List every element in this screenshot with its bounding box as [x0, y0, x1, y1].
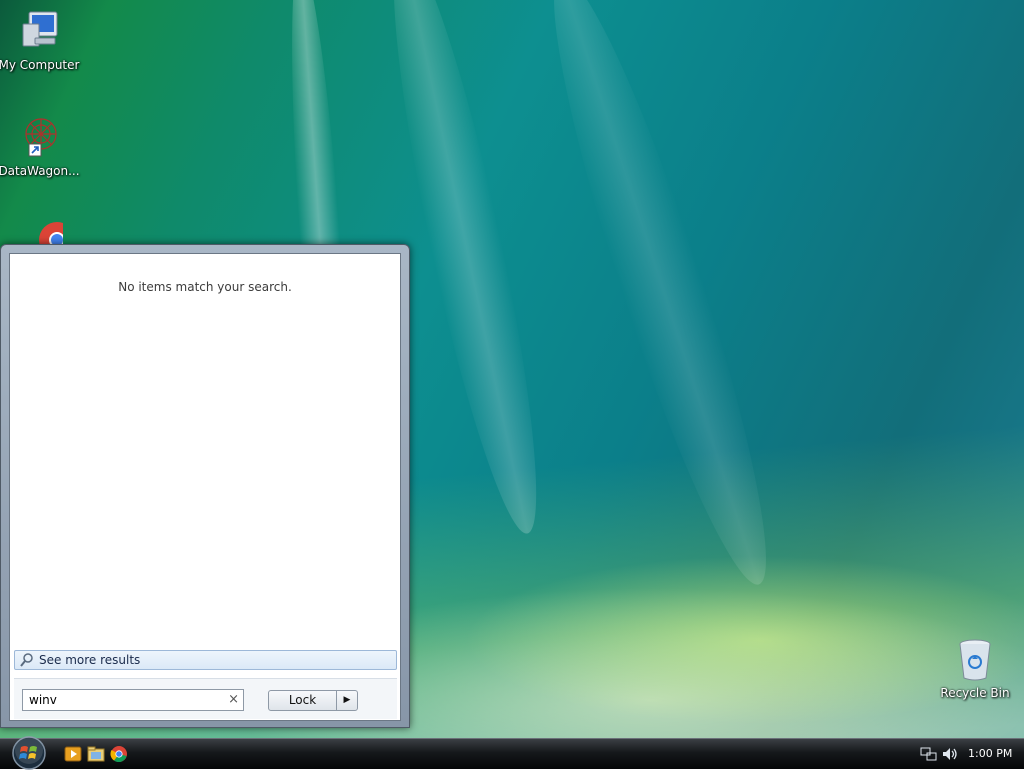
see-more-results-button[interactable]: See more results	[14, 650, 397, 670]
desktop-icon-my-computer[interactable]: My Computer	[0, 8, 81, 72]
start-button[interactable]	[9, 735, 49, 771]
shutdown-options-arrow-button[interactable]: ▶	[336, 691, 357, 710]
search-input-value: winv	[29, 693, 57, 707]
search-icon	[19, 652, 35, 668]
lock-button[interactable]: Lock ▶	[268, 690, 358, 711]
media-player-icon[interactable]	[64, 745, 82, 763]
network-icon[interactable]	[920, 746, 938, 762]
see-more-results-label: See more results	[39, 653, 141, 667]
desktop-icon-label: DataWagon...	[0, 164, 80, 178]
start-menu: No items match your search. See more res…	[0, 244, 410, 728]
taskbar: 1:00 PM	[0, 735, 1024, 771]
search-input[interactable]: winv ×	[22, 689, 244, 711]
desktop-icon-datawagon[interactable]: DataWagon...	[0, 114, 81, 178]
lock-button-label: Lock	[288, 693, 317, 707]
volume-icon[interactable]	[941, 746, 959, 762]
file-explorer-icon[interactable]	[87, 745, 105, 763]
wallpaper-streak	[523, 0, 797, 597]
datawagon-shortcut-icon	[15, 114, 63, 162]
clock[interactable]: 1:00 PM	[968, 747, 1012, 760]
recycle-bin-icon	[951, 636, 999, 684]
start-menu-bottom-bar: winv × Lock ▶	[14, 678, 397, 719]
search-results-pane: No items match your search. See more res…	[9, 253, 401, 721]
desktop-icon-recycle-bin[interactable]: Recycle Bin	[933, 636, 1017, 700]
chrome-icon[interactable]	[110, 745, 128, 763]
computer-icon	[15, 8, 63, 56]
desktop-icon-label: My Computer	[0, 58, 80, 72]
desktop-icon-label: Recycle Bin	[940, 686, 1010, 700]
no-results-message: No items match your search.	[118, 280, 292, 294]
clear-search-button[interactable]: ×	[228, 692, 239, 707]
windows-orb-icon	[12, 736, 46, 770]
